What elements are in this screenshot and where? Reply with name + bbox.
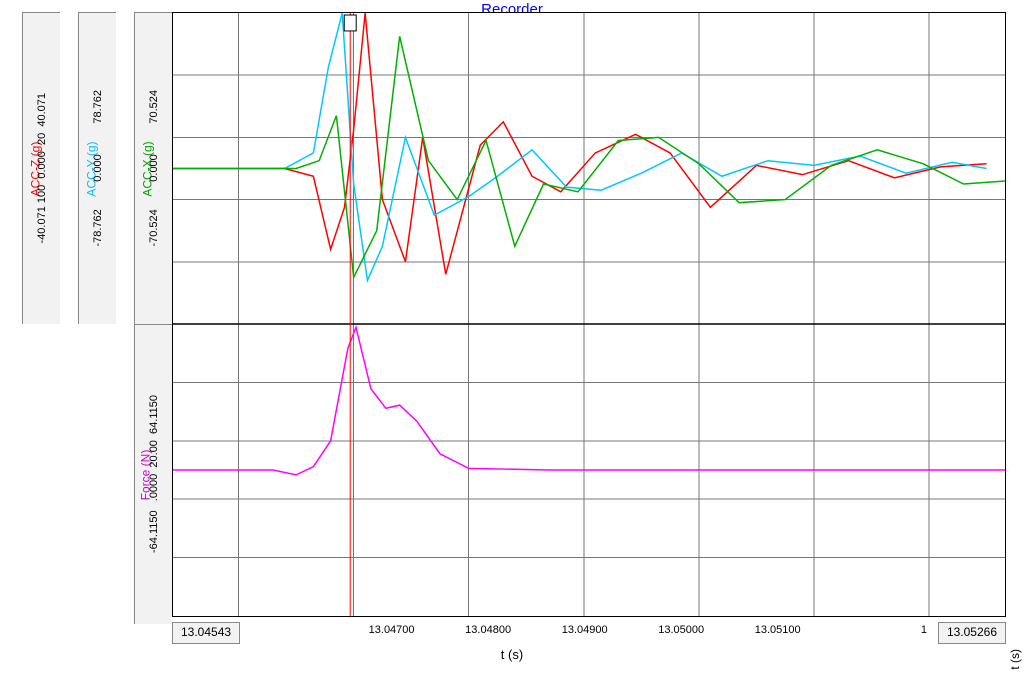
yaxis-ticks-force: -64.1150 .0000 20.00 64.1150 bbox=[148, 395, 160, 553]
xaxis: 13.04543 13.04700 13.04800 13.04900 13.0500… bbox=[172, 622, 1006, 644]
series-acc-y bbox=[173, 13, 987, 280]
series-force bbox=[173, 327, 1005, 475]
series-acc-x bbox=[173, 36, 1005, 277]
yaxis-acc-y[interactable]: ACC-Y (g) -78.762 0.000 78.762 bbox=[78, 12, 116, 324]
xaxis-end-readout[interactable]: 13.05266 bbox=[938, 622, 1006, 644]
yaxis-ticks-acc-x: -70.524 0.000 70.524 bbox=[148, 90, 160, 247]
yaxis-ticks-acc-y: -78.762 0.000 78.762 bbox=[92, 90, 104, 247]
yaxis-acc-z[interactable]: ACC-Z (g) -40.071 100 0.000 20 40.071 bbox=[22, 12, 60, 324]
xaxis-tick: 13.05100 bbox=[755, 624, 801, 636]
xaxis-start-readout[interactable]: 13.04543 bbox=[172, 622, 240, 644]
yaxis-group: ACC-Z (g) -40.071 100 0.000 20 40.071 AC… bbox=[0, 12, 170, 636]
plot-area[interactable] bbox=[172, 12, 1006, 617]
series-acc-z bbox=[173, 13, 987, 274]
xaxis-tick: 13.04700 bbox=[369, 624, 415, 636]
yaxis-acc-x[interactable]: ACC-X (g) -70.524 0.000 70.524 bbox=[134, 12, 172, 324]
xaxis-tick: 1 bbox=[921, 624, 927, 636]
xaxis-tick: 13.04800 bbox=[465, 624, 511, 636]
time-cursor-handle[interactable] bbox=[344, 15, 356, 31]
xaxis-tick: 13.05000 bbox=[658, 624, 704, 636]
xaxis-tick: 13.04900 bbox=[562, 624, 608, 636]
right-edge-label: t (s) bbox=[1008, 649, 1022, 670]
yaxis-force[interactable]: Force (N) -64.1150 .0000 20.00 64.1150 bbox=[134, 324, 172, 624]
xaxis-tickbar: 13.04700 13.04800 13.04900 13.05000 13.05100… bbox=[240, 622, 938, 644]
yaxis-ticks-acc-z: -40.071 100 0.000 20 40.071 bbox=[36, 93, 48, 243]
xaxis-label: t (s) bbox=[0, 647, 1024, 662]
